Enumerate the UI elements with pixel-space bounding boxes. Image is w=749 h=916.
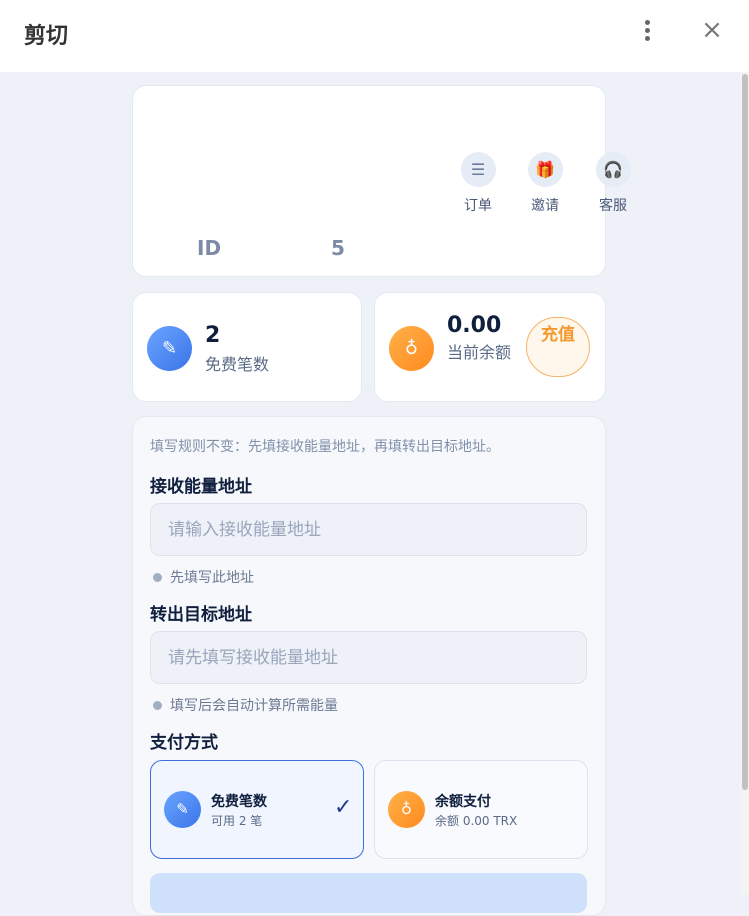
headset-icon: 🎧	[595, 152, 631, 187]
gift-icon: 🎁	[527, 152, 563, 187]
pencil-icon: ✎	[147, 326, 192, 371]
free-count-card: ✎ 2 免费笔数	[132, 292, 362, 402]
receive-hint-text: 先填写此地址	[170, 570, 254, 586]
support-label: 客服	[599, 198, 627, 214]
coin-bag-icon: ♁	[389, 326, 434, 371]
account-card: ☰ 订单 🎁 邀请 🎧 客服 ID 5	[132, 85, 631, 277]
hint-dot-icon	[153, 573, 162, 582]
transfer-form: 填写规则不变：先填接收能量地址，再填转出目标地址。 接收能量地址 先填写此地址 …	[132, 416, 606, 916]
recharge-button[interactable]: 充值	[526, 317, 590, 377]
more-options-icon[interactable]	[640, 20, 654, 44]
list-icon: ☰	[460, 152, 496, 187]
free-count-value: 2	[205, 323, 221, 348]
submit-button[interactable]	[150, 873, 587, 913]
payment-option-free[interactable]: ✎ 免费笔数 可用 2 笔 ✓	[150, 760, 364, 859]
target-address-input[interactable]	[150, 631, 587, 684]
target-hint-text: 填写后会自动计算所需能量	[170, 698, 338, 714]
coin-bag-icon: ♁	[388, 791, 425, 828]
page-title: 剪切	[24, 24, 69, 49]
id-label: ID	[197, 236, 222, 260]
free-count-label: 免费笔数	[205, 355, 270, 374]
payment-method-title: 支付方式	[150, 733, 218, 753]
receive-address-hint: 先填写此地址	[153, 567, 254, 587]
support-link[interactable]: 🎧 客服	[588, 152, 638, 215]
receive-address-input[interactable]	[150, 503, 587, 556]
balance-label: 当前余额	[447, 343, 512, 362]
receive-address-title: 接收能量地址	[150, 477, 252, 497]
top-bar: 剪切 ×	[0, 0, 749, 72]
balance-value: 0.00	[447, 313, 502, 338]
id-value: 5	[331, 236, 345, 260]
target-address-title: 转出目标地址	[150, 605, 252, 625]
payment-option-sub: 可用 2 笔	[211, 814, 263, 828]
scrollbar-thumb[interactable]	[742, 74, 748, 790]
payment-option-sub: 余额 0.00 TRX	[435, 814, 518, 828]
checkmark-icon: ✓	[334, 795, 353, 820]
rule-text: 填写规则不变：先填接收能量地址，再填转出目标地址。	[150, 439, 500, 455]
payment-option-title: 免费笔数	[211, 794, 267, 810]
orders-link[interactable]: ☰ 订单	[453, 152, 503, 215]
payment-option-balance[interactable]: ♁ 余额支付 余额 0.00 TRX	[374, 760, 588, 859]
pencil-icon: ✎	[164, 791, 201, 828]
close-icon[interactable]: ×	[700, 17, 724, 43]
invite-label: 邀请	[531, 198, 559, 214]
hint-dot-icon	[153, 701, 162, 710]
recharge-label: 充值	[541, 325, 575, 345]
invite-link[interactable]: 🎁 邀请	[520, 152, 570, 215]
balance-card: ♁ 0.00 当前余额 充值	[374, 292, 606, 402]
orders-label: 订单	[464, 198, 492, 214]
target-address-hint: 填写后会自动计算所需能量	[153, 695, 338, 715]
payment-option-title: 余额支付	[435, 794, 491, 810]
